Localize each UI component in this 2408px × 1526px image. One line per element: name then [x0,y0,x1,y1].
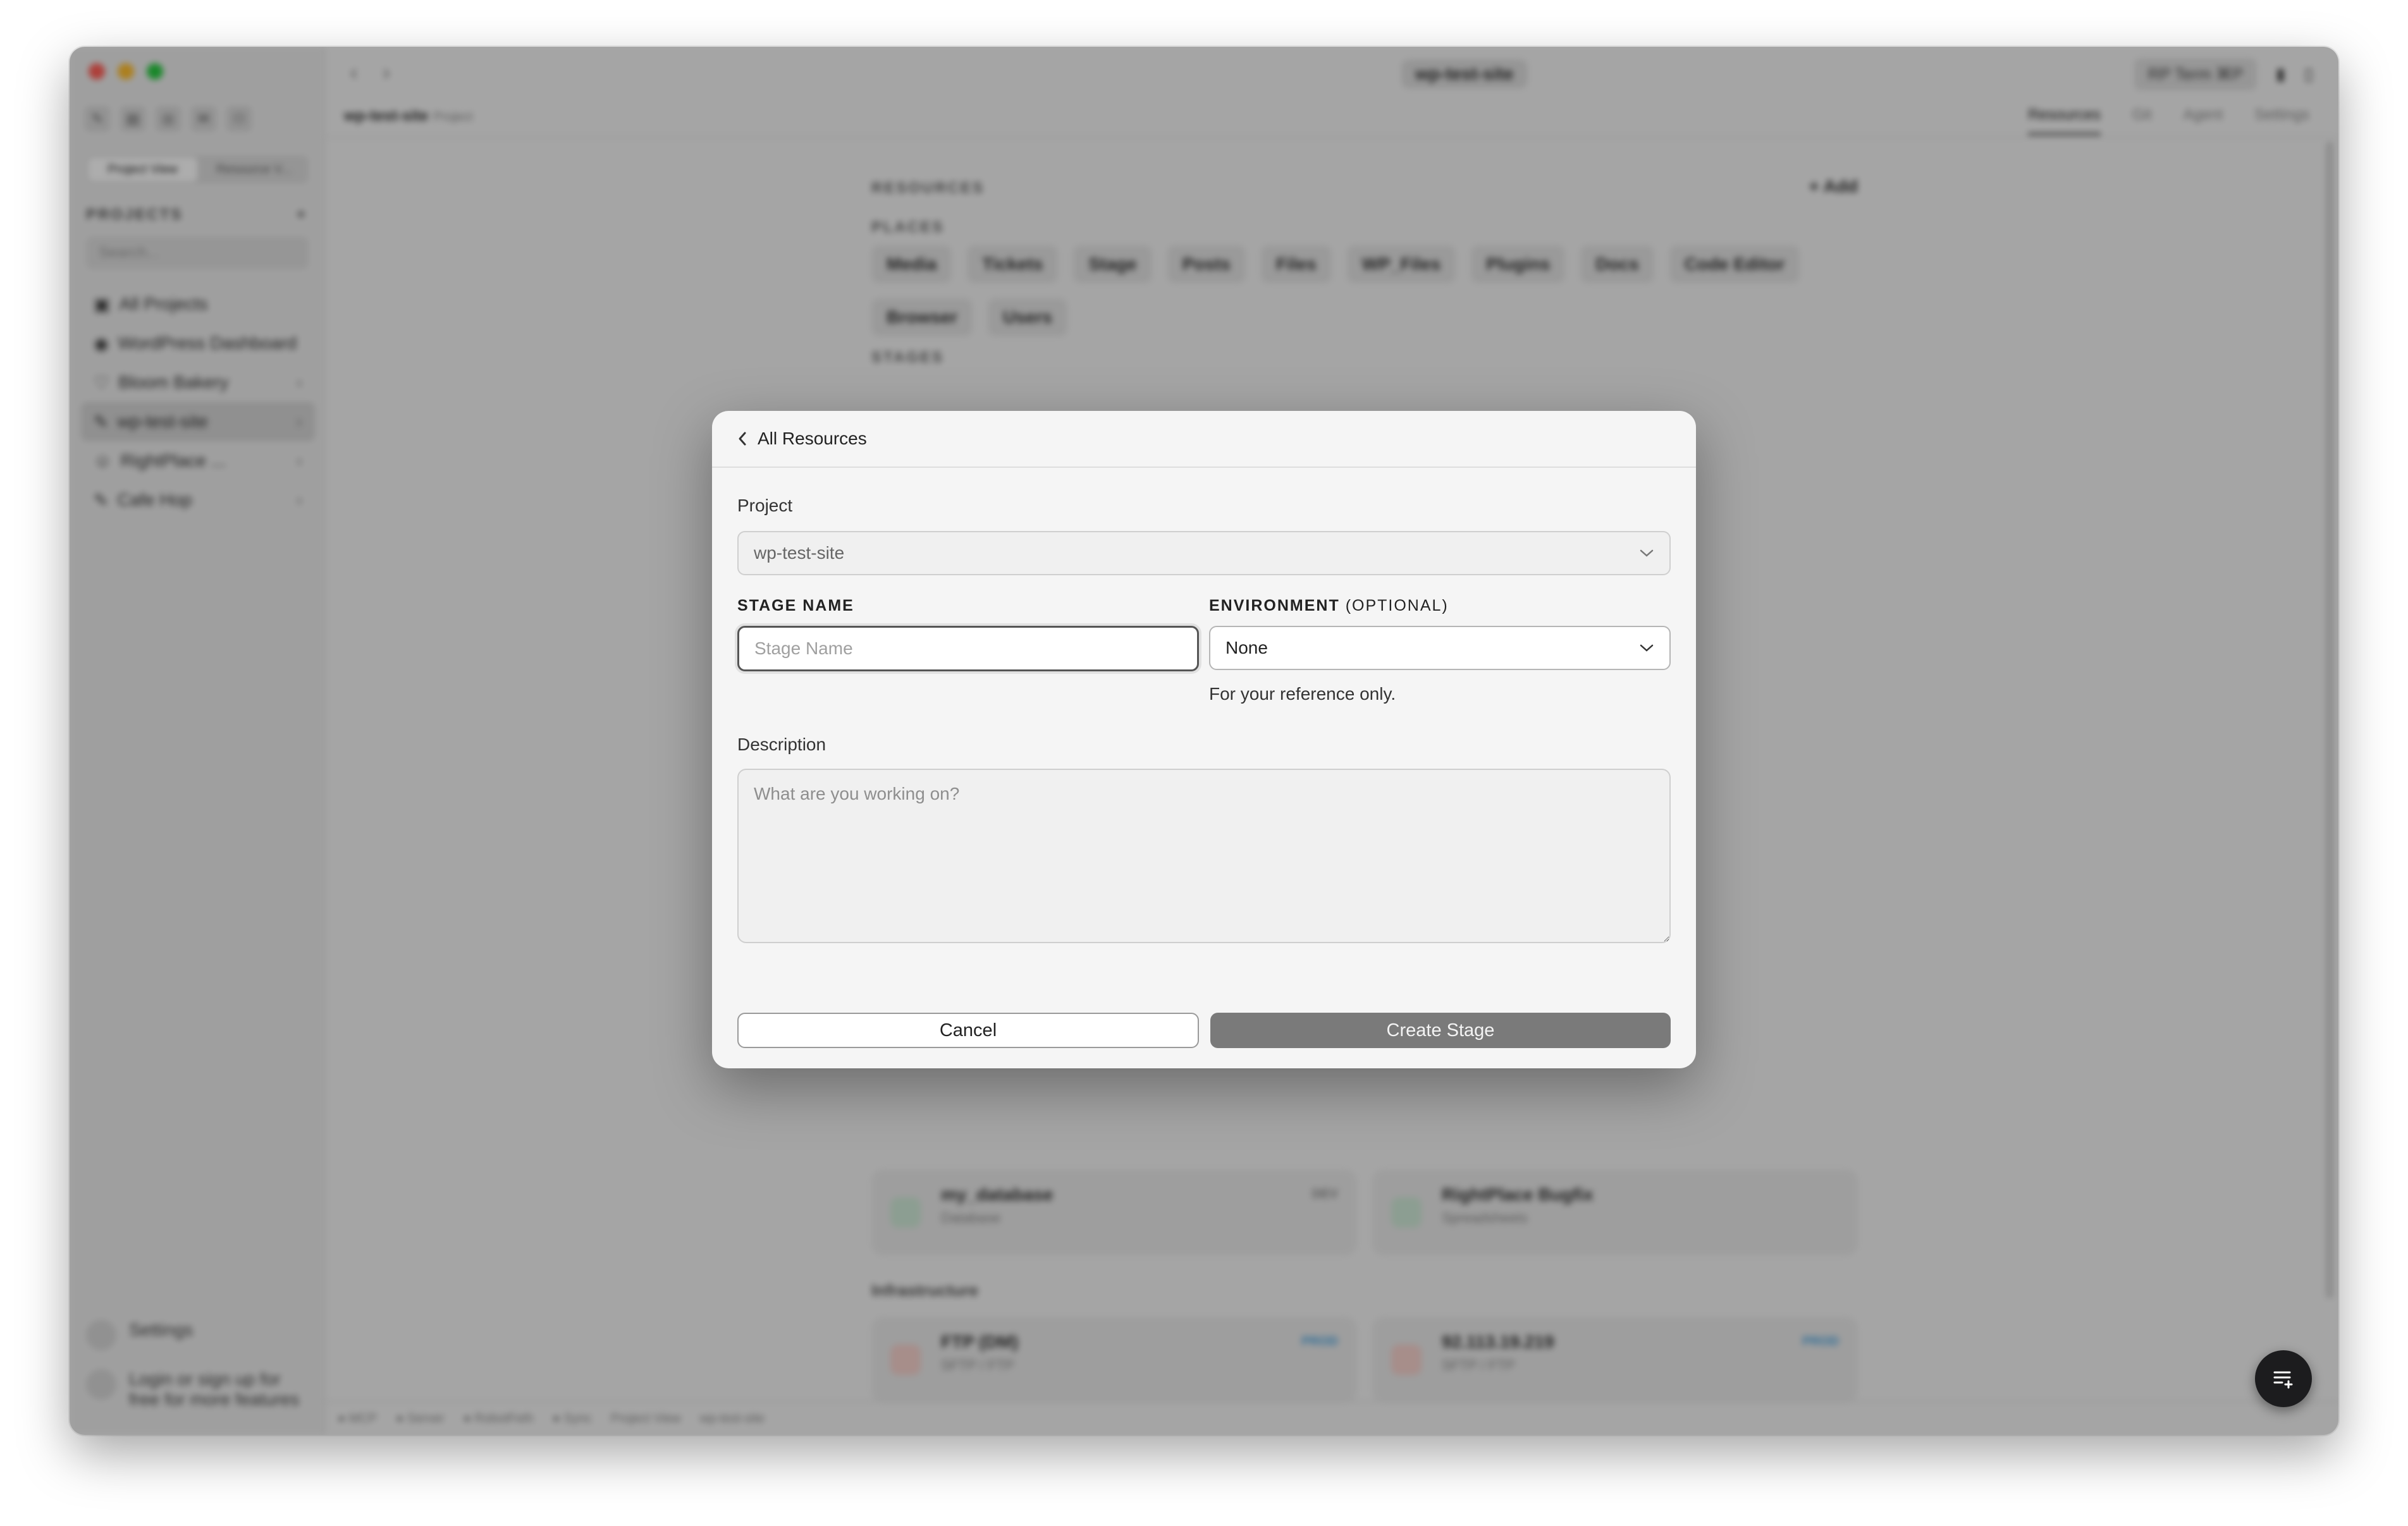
description-label: Description [737,735,826,754]
chevron-left-icon [739,432,746,446]
environment-hint: For your reference only. [1209,684,1396,704]
project-select-value: wp-test-site [754,543,845,563]
back-label: All Resources [758,429,867,448]
project-select[interactable]: wp-test-site [737,531,1671,575]
environment-label: ENVIRONMENT (OPTIONAL) [1209,597,1449,614]
stage-name-input[interactable] [737,626,1199,671]
create-stage-button[interactable]: Create Stage [1210,1013,1671,1048]
stage-name-label: STAGE NAME [737,597,854,614]
project-label: Project [737,496,793,515]
chat-fab-button[interactable] [2255,1350,2312,1407]
compose-list-icon [2273,1371,2293,1389]
create-stage-dialog: All Resources Project wp-test-site STAGE… [712,411,1696,1068]
chevron-down-icon [1640,644,1654,652]
description-textarea[interactable] [737,769,1671,943]
cancel-button[interactable]: Cancel [737,1013,1199,1048]
environment-select-value: None [1226,638,1268,657]
chevron-down-icon [1640,549,1654,557]
environment-select[interactable]: None [1209,626,1671,670]
back-to-resources-link[interactable]: All Resources [712,411,1696,468]
